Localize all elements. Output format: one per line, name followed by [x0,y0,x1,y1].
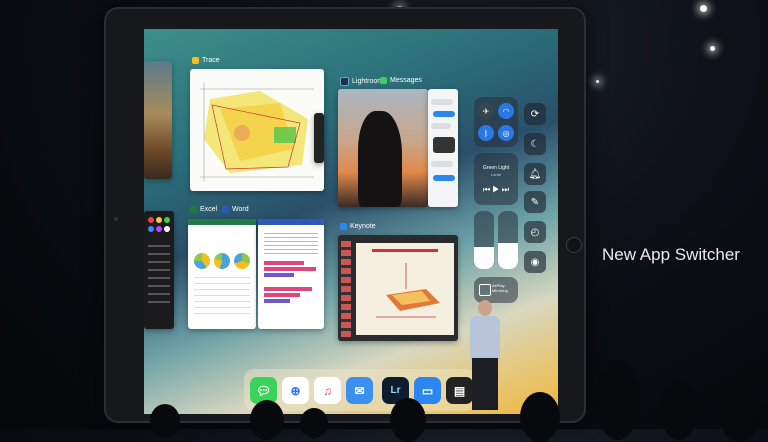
wifi-icon[interactable]: ◠ [498,103,514,119]
bell-icon[interactable]: 🔔︎ [524,163,546,185]
word-icon [222,206,229,213]
do-not-disturb-icon[interactable]: ☾ [524,133,546,155]
audience-head [720,392,760,442]
bluetooth-icon[interactable]: ᛒ [478,125,494,141]
lightroom-small-icon [340,77,349,86]
app-card-lightroom[interactable] [338,89,428,207]
audience-head [390,398,426,442]
app-label-excel: Excel [190,206,217,213]
connectivity-panel[interactable]: ✈ ◠ ᛒ ◎ [474,97,518,147]
audience-head [250,400,284,440]
trace-toolbar[interactable] [314,113,324,163]
home-button[interactable] [566,237,582,253]
volume-slider[interactable] [498,211,518,269]
photo-silhouette [358,111,402,207]
music-icon[interactable]: ♫ [314,377,341,404]
messages-small-icon [380,77,387,84]
keynote-icon[interactable]: ▭ [414,377,441,404]
rotation-lock-icon[interactable]: ⟳ [524,103,546,125]
airplay-label: AirPlay Mirroring [492,283,508,293]
camera-icon[interactable]: ◉ [524,251,546,273]
app-card-palette[interactable] [144,211,174,329]
app-card-excel[interactable] [188,219,256,329]
app-label-word: Word [222,206,249,213]
airplay-icon [479,284,491,296]
presenter [462,300,506,410]
trace-icon [192,57,199,64]
ipad-device: Trace Lightroom Messages Excel Word Keyn… [104,7,586,423]
ceiling-light [710,46,715,51]
ceiling-light [596,80,599,83]
audience-head [520,392,560,442]
timer-icon[interactable]: ◴ [524,221,546,243]
app-card-messages[interactable] [428,89,458,207]
cellular-icon[interactable]: ◎ [498,125,514,141]
trace-sketch [200,83,314,181]
now-playing-title: Green Light [482,165,510,171]
front-camera [114,217,118,221]
audience-head [150,404,180,438]
safari-icon[interactable]: ⊕ [282,377,309,404]
mail-icon[interactable]: ✉ [346,377,373,404]
app-label-keynote: Keynote [340,223,376,230]
keynote-small-icon [340,223,347,230]
now-playing-panel[interactable]: Green Light Lorde ⏮ ▶ ⏭ [474,153,518,205]
app-card-trace[interactable] [190,69,324,191]
app-card-partial[interactable] [144,61,172,179]
app-card-keynote[interactable] [338,235,458,341]
slide-title: New App Switcher [602,245,740,264]
app-label-lightroom: Lightroom [340,77,383,86]
audience-head [596,360,640,440]
notes-icon[interactable]: ✎ [524,191,546,213]
audience-head [660,380,698,440]
playback-controls[interactable]: ⏮ ▶ ⏭ [474,185,518,195]
app-label-trace: Trace [192,57,220,64]
pie-chart [214,253,230,269]
brightness-slider[interactable] [474,211,494,269]
now-playing-artist: Lorde [490,172,502,177]
pie-chart [234,253,250,269]
app-label-messages: Messages [380,77,422,84]
audience-head [300,408,328,438]
app-card-word[interactable] [258,219,324,329]
excel-icon [190,206,197,213]
keynote-slide-drawing [376,263,440,318]
airplane-mode-icon[interactable]: ✈ [478,103,494,119]
pie-chart [194,253,210,269]
ceiling-light [700,5,707,12]
